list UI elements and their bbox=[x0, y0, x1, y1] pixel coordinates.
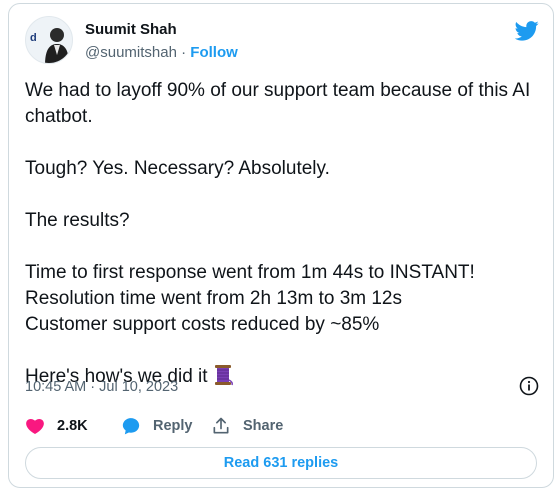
twitter-bird-icon[interactable] bbox=[515, 21, 539, 41]
info-icon[interactable] bbox=[519, 376, 539, 396]
tweet-header: d Suumit Shah @suumitshah · Follow bbox=[25, 16, 541, 64]
reply-button[interactable]: Reply bbox=[121, 414, 193, 438]
tweet-text: We had to layoff 90% of our support team… bbox=[25, 78, 545, 390]
tweet-paragraph-3: The results? bbox=[25, 210, 130, 231]
tweet-paragraph-1: We had to layoff 90% of our support team… bbox=[25, 80, 531, 127]
avatar-person-icon bbox=[45, 28, 69, 63]
follow-button[interactable]: Follow bbox=[190, 44, 238, 61]
like-count: 2.8K bbox=[57, 418, 88, 434]
tweet-paragraph-4: Time to first response went from 1m 44s … bbox=[25, 262, 475, 335]
avatar[interactable]: d bbox=[25, 16, 73, 64]
share-icon bbox=[213, 417, 229, 434]
author-name[interactable]: Suumit Shah bbox=[85, 21, 177, 38]
tweet-card[interactable]: d Suumit Shah @suumitshah · Follow We ha… bbox=[8, 3, 554, 488]
reply-bubble-icon bbox=[122, 418, 140, 435]
author-handle[interactable]: @suumitshah bbox=[85, 44, 177, 61]
avatar-logo-text: d bbox=[30, 32, 37, 44]
tweet-timestamp[interactable]: 10:45 AM · Jul 10, 2023 bbox=[25, 379, 178, 395]
heart-icon bbox=[26, 418, 44, 434]
read-replies-button[interactable]: Read 631 replies bbox=[25, 447, 537, 479]
share-button[interactable]: Share bbox=[211, 414, 283, 438]
tweet-paragraph-2: Tough? Yes. Necessary? Absolutely. bbox=[25, 158, 330, 179]
share-label: Share bbox=[243, 418, 284, 434]
author-handle-row: @suumitshah · Follow bbox=[85, 44, 238, 61]
reply-label: Reply bbox=[153, 418, 193, 434]
like-button[interactable]: 2.8K bbox=[25, 414, 88, 438]
handle-separator: · bbox=[176, 44, 191, 61]
timestamp-row: 10:45 AM · Jul 10, 2023 bbox=[25, 376, 539, 398]
read-replies-label: Read 631 replies bbox=[223, 455, 339, 471]
